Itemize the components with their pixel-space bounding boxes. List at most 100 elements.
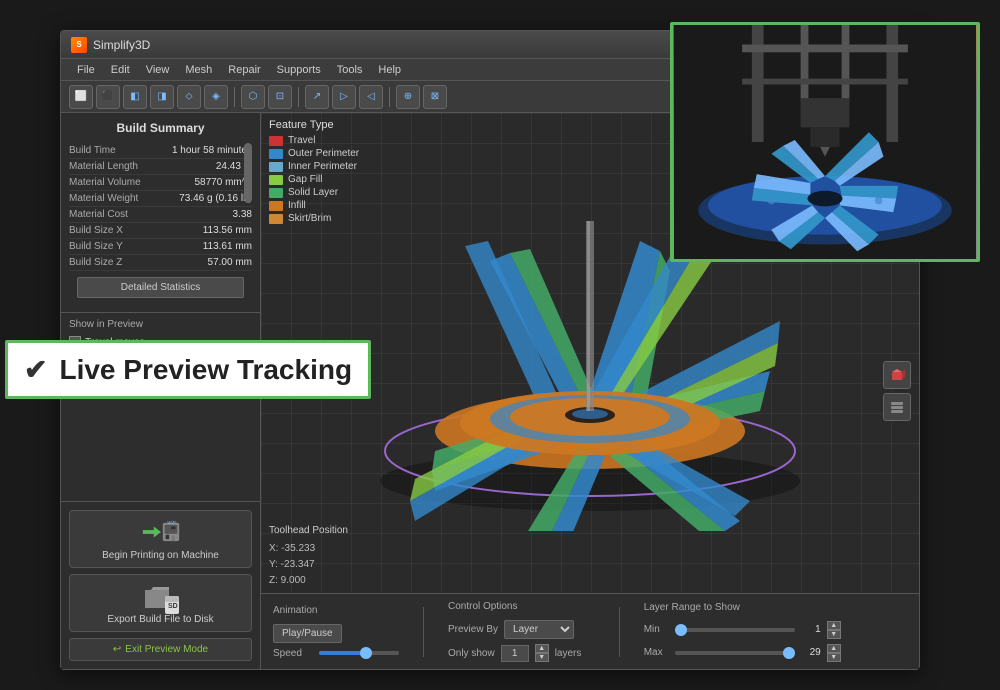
- toolbar-btn-5[interactable]: ⬦: [177, 85, 201, 109]
- animation-group: Animation Play/Pause Speed: [273, 605, 399, 659]
- legend-color-infill: [269, 201, 283, 211]
- exit-preview-arrow-icon: ↩: [113, 644, 121, 655]
- toolhead-x: X: -35.233: [269, 541, 348, 557]
- menu-view[interactable]: View: [138, 62, 178, 78]
- min-value: 1: [801, 624, 821, 635]
- toolbar-btn-1[interactable]: ⬜: [69, 85, 93, 109]
- controls-separator-2: [619, 607, 620, 657]
- toolbar-btn-4[interactable]: ◨: [150, 85, 174, 109]
- toolhead-position: Toolhead Position X: -35.233 Y: -23.347 …: [269, 523, 348, 589]
- legend-inner-perimeter: Inner Perimeter: [269, 161, 359, 172]
- toolbar-btn-2[interactable]: ⬛: [96, 85, 120, 109]
- begin-printing-button[interactable]: WiFi Begin Printing on Machine: [69, 510, 252, 568]
- preview-by-row: Preview By Layer: [448, 620, 595, 639]
- min-range-row: Min 1 ▲ ▼: [644, 621, 841, 639]
- only-show-down[interactable]: ▼: [535, 653, 549, 662]
- min-up[interactable]: ▲: [827, 621, 841, 630]
- menu-repair[interactable]: Repair: [220, 62, 268, 78]
- camera-feed-image: [673, 25, 977, 259]
- toolbar-sep-3: [389, 87, 390, 107]
- max-down[interactable]: ▼: [827, 653, 841, 662]
- menu-tools[interactable]: Tools: [329, 62, 371, 78]
- right-strip: [883, 361, 911, 421]
- export-build-icon: SD: [141, 581, 181, 611]
- only-show-row: Only show ▲ ▼ layers: [448, 644, 595, 662]
- only-show-input[interactable]: [501, 645, 529, 662]
- toolbar-btn-7[interactable]: ⬡: [241, 85, 265, 109]
- min-down[interactable]: ▼: [827, 630, 841, 639]
- detailed-stats-button[interactable]: Detailed Statistics: [77, 277, 244, 298]
- app-icon: S: [71, 37, 87, 53]
- toolbar-sep-1: [234, 87, 235, 107]
- layers-icon: [889, 399, 905, 415]
- build-summary-title: Build Summary: [69, 121, 252, 135]
- cube-icon: [889, 367, 905, 383]
- toolhead-position-title: Toolhead Position: [269, 523, 348, 539]
- max-spinners: ▲ ▼: [827, 644, 841, 662]
- svg-text:SD: SD: [168, 603, 178, 610]
- preview-by-select[interactable]: Layer: [504, 620, 574, 639]
- live-preview-checkmark: ✔: [24, 353, 47, 386]
- camera-image-svg: [673, 25, 977, 259]
- strip-btn-layers[interactable]: [883, 393, 911, 421]
- legend-color-travel: [269, 136, 283, 146]
- toolbar-sep-2: [298, 87, 299, 107]
- speed-label: Speed: [273, 648, 313, 659]
- toolbar-btn-13[interactable]: ⊠: [423, 85, 447, 109]
- svg-text:WiFi: WiFi: [167, 520, 176, 525]
- feature-type-title: Feature Type: [269, 119, 359, 131]
- min-spinners: ▲ ▼: [827, 621, 841, 639]
- stat-size-z: Build Size Z 57.00 mm: [69, 255, 252, 271]
- camera-feed: [670, 22, 980, 262]
- toolbar-btn-11[interactable]: ◁: [359, 85, 383, 109]
- max-slider[interactable]: [675, 651, 795, 655]
- max-up[interactable]: ▲: [827, 644, 841, 653]
- stat-mat-cost: Material Cost 3.38: [69, 207, 252, 223]
- min-slider[interactable]: [675, 628, 795, 632]
- live-preview-text: Live Preview Tracking: [59, 354, 352, 386]
- menu-file[interactable]: File: [69, 62, 103, 78]
- menu-help[interactable]: Help: [370, 62, 409, 78]
- legend-color-outer-perimeter: [269, 149, 283, 159]
- stat-size-y: Build Size Y 113.61 mm: [69, 239, 252, 255]
- left-panel-bottom: WiFi Begin Printing on Machine: [61, 501, 260, 669]
- printer-icon-svg: WiFi: [141, 516, 181, 548]
- max-label: Max: [644, 647, 669, 658]
- legend-color-gap-fill: [269, 175, 283, 185]
- bottom-controls: Animation Play/Pause Speed Control: [261, 593, 919, 669]
- play-pause-button[interactable]: Play/Pause: [273, 624, 342, 643]
- only-show-up[interactable]: ▲: [535, 644, 549, 653]
- strip-btn-cube[interactable]: [883, 361, 911, 389]
- toolbar-btn-6[interactable]: ◈: [204, 85, 228, 109]
- toolhead-y: Y: -23.347: [269, 557, 348, 573]
- toolbar-btn-3[interactable]: ◧: [123, 85, 147, 109]
- menu-mesh[interactable]: Mesh: [177, 62, 220, 78]
- legend-color-solid-layer: [269, 188, 283, 198]
- menu-edit[interactable]: Edit: [103, 62, 138, 78]
- legend-color-skirt-brim: [269, 214, 283, 224]
- scrollbar-thumb[interactable]: [244, 143, 252, 203]
- only-show-label: Only show: [448, 648, 495, 659]
- menu-supports[interactable]: Supports: [269, 62, 329, 78]
- stat-mat-volume: Material Volume 58770 mm^3: [69, 175, 252, 191]
- only-show-spinners: ▲ ▼: [535, 644, 549, 662]
- live-preview-tracking-box: ✔ Live Preview Tracking: [5, 340, 371, 399]
- stat-mat-weight: Material Weight 73.46 g (0.16 lb): [69, 191, 252, 207]
- control-options-group: Control Options Preview By Layer Only sh…: [448, 601, 595, 662]
- toolbar-btn-10[interactable]: ▷: [332, 85, 356, 109]
- export-build-button[interactable]: SD Export Build File to Disk: [69, 574, 252, 632]
- speed-slider[interactable]: [319, 651, 399, 655]
- max-value: 29: [801, 647, 821, 658]
- exit-preview-button[interactable]: ↩ Exit Preview Mode: [69, 638, 252, 661]
- toolbar-btn-8[interactable]: ⊡: [268, 85, 292, 109]
- controls-separator-1: [423, 607, 424, 657]
- preview-by-label: Preview By: [448, 624, 498, 635]
- layer-range-group: Layer Range to Show Min 1 ▲ ▼ Max 29: [644, 602, 841, 662]
- show-in-preview-label: Show in Preview: [69, 319, 252, 330]
- stats-area: Build Time 1 hour 58 minutes Material Le…: [69, 143, 252, 271]
- app-title: Simplify3D: [93, 38, 150, 52]
- toolbar-btn-9[interactable]: ↗: [305, 85, 329, 109]
- toolbar-btn-12[interactable]: ⊕: [396, 85, 420, 109]
- stat-mat-length: Material Length 24.43 m: [69, 159, 252, 175]
- toolhead-z: Z: 9.000: [269, 573, 348, 589]
